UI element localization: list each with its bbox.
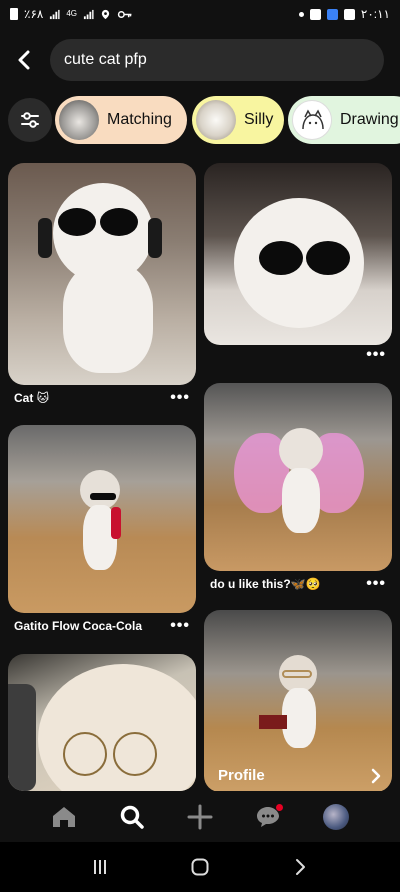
chip-label: Silly [244,111,274,128]
network-type: 4G [66,9,78,18]
sunglasses-right [100,208,138,236]
notification-dot-icon [298,11,304,17]
system-navigation [0,842,400,892]
cat-body [282,468,320,533]
pin-meta: Cat 🐱 ••• [14,390,190,406]
pin-image[interactable] [8,654,196,791]
nav-create[interactable] [180,797,220,837]
chip-matching[interactable]: Matching [55,96,187,144]
search-query: cute cat pfp [64,51,147,68]
back-button[interactable] [0,38,48,82]
status-right: ۲۰:۱۱ [298,7,390,21]
coca-cola-bottle [111,507,121,539]
status-left: ٪۶۸ 4G [10,7,133,21]
sunglasses-right [306,241,350,275]
location-icon [101,9,110,19]
phone-edge [8,684,36,791]
sliders-icon [21,112,39,128]
avatar [323,804,349,830]
round-glasses-right [113,732,157,776]
search-icon [120,805,144,829]
chevron-right-icon [371,768,381,784]
cat-head [80,470,120,510]
headphone-right [148,218,162,258]
battery-icon [10,8,18,20]
profile-pin[interactable]: Profile [204,610,392,791]
headphone-left [38,218,52,258]
nav-profile[interactable] [316,797,356,837]
pin-image[interactable] [204,383,392,571]
chip-thumbnail [292,100,332,140]
key-icon [117,10,132,18]
round-glasses-left [63,732,107,776]
chevron-left-icon [18,50,30,70]
cat-body [63,263,153,373]
filter-chips: Matching Silly Drawing [0,96,400,144]
signal-icon [50,9,60,19]
back-nav-icon[interactable] [290,857,310,877]
chip-silly[interactable]: Silly [192,96,284,144]
pin-feed: Cat 🐱 ••• ••• do u like this?🦋🥺 ••• Gati… [0,163,400,791]
gallery-icon [343,8,355,20]
cat-body [282,688,316,748]
chip-drawing[interactable]: Drawing [288,96,400,144]
profile-label: Profile [218,767,265,784]
clock: ۲۰:۱۱ [360,7,390,21]
cat-head [38,664,196,791]
search-input[interactable]: cute cat pfp [50,39,384,81]
more-options-button[interactable]: ••• [366,576,386,592]
pin-meta: Gatito Flow Coca-Cola ••• [14,618,190,634]
signal-icon-2 [83,9,94,19]
pin-title: Gatito Flow Coca-Cola [14,619,143,633]
scarf [259,715,287,729]
battery-percent: ٪۶۸ [24,7,44,21]
home-button-icon[interactable] [190,857,210,877]
round-glasses [282,670,312,678]
nav-home[interactable] [44,797,84,837]
cat-head [279,428,323,472]
add-icon [187,804,213,830]
pin-image[interactable] [8,163,196,385]
pin-meta: do u like this?🦋🥺 ••• [210,576,386,592]
sunglasses [90,493,116,500]
pin-title: do u like this?🦋🥺 [210,577,321,591]
pin-image[interactable] [204,163,392,345]
more-options-button[interactable]: ••• [366,347,386,363]
bottom-navigation [0,792,400,842]
status-bar: ٪۶۸ 4G ۲۰:۱۱ [0,0,400,28]
checkbox-icon [309,8,321,20]
search-header: cute cat pfp [0,38,400,82]
chip-thumbnail [196,100,236,140]
sunglasses-left [58,208,96,236]
more-options-button[interactable]: ••• [170,390,190,406]
filter-button[interactable] [8,98,52,142]
notification-dot [276,804,283,811]
sunglasses-left [259,241,303,275]
pin-title: Cat 🐱 [14,391,50,405]
shield-icon [326,8,338,20]
cat-drawing-icon [302,109,324,130]
pin-image[interactable] [8,425,196,613]
nav-messages[interactable] [248,797,288,837]
recent-apps-icon[interactable] [90,857,110,877]
chip-label: Drawing [340,111,399,128]
pin-meta: ••• [210,347,386,363]
chip-label: Matching [107,111,172,128]
chip-thumbnail [59,100,99,140]
home-icon [53,807,75,827]
nav-search[interactable] [112,797,152,837]
more-options-button[interactable]: ••• [170,618,190,634]
